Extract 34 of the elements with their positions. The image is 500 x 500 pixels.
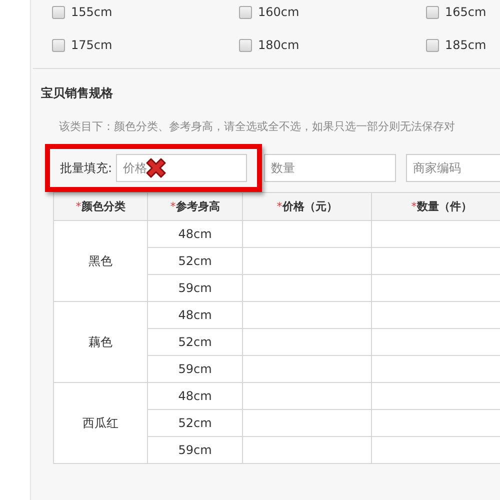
- height-cell: 52cm: [148, 410, 242, 436]
- height-cell: 52cm: [148, 328, 242, 356]
- height-cell: 52cm: [148, 248, 242, 274]
- height-cell: 59cm: [148, 436, 242, 464]
- column-header: *颜色分类: [54, 192, 148, 220]
- checkbox[interactable]: [426, 6, 439, 18]
- checkbox-label: 155cm: [71, 5, 112, 19]
- checkbox-label: 175cm: [71, 38, 112, 52]
- checkbox[interactable]: [239, 38, 252, 52]
- column-header: *参考身高: [148, 192, 242, 220]
- batch-fill-label: 批量填充:: [60, 160, 112, 176]
- color-cell: 藕色: [54, 302, 148, 382]
- column-header: *价格（元）: [242, 192, 372, 220]
- height-cell: 48cm: [148, 382, 242, 410]
- column-header: *数量（件）: [372, 192, 500, 220]
- checkbox-label: 180cm: [258, 38, 300, 52]
- section-title: 宝贝销售规格: [40, 85, 114, 102]
- height-cell: 48cm: [148, 302, 242, 328]
- notice-text: 该类目下：颜色分类、参考身高，请全选或全不选，如果只选一部分则无法保存对: [58, 119, 456, 135]
- price-field[interactable]: 价格: [116, 154, 248, 182]
- checkbox-label: 185cm: [445, 38, 486, 52]
- checkbox[interactable]: [239, 6, 252, 18]
- quantity-field[interactable]: 数量: [264, 154, 396, 182]
- color-cell: 黑色: [54, 220, 148, 302]
- height-cell: 59cm: [148, 274, 242, 302]
- color-cell: 西瓜红: [54, 382, 148, 464]
- checkbox-label: 160cm: [258, 5, 300, 19]
- checkbox-label: 165cm: [445, 5, 486, 19]
- height-cell: 48cm: [148, 220, 242, 248]
- checkbox[interactable]: [52, 6, 65, 18]
- merchant-code-field[interactable]: 商家编码: [406, 154, 500, 182]
- height-cell: 59cm: [148, 356, 242, 382]
- checkbox[interactable]: [52, 38, 65, 52]
- checkbox[interactable]: [426, 38, 439, 52]
